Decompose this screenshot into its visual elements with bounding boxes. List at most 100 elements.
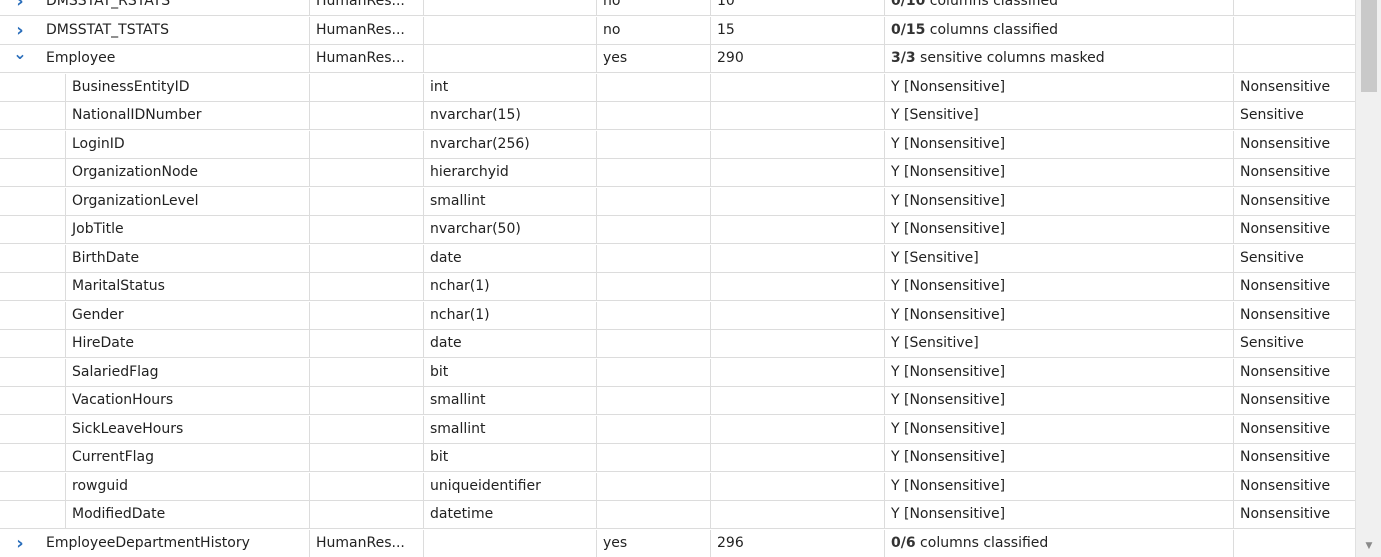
- data-type-cell: [424, 530, 597, 557]
- row-count-cell: 296: [711, 530, 885, 557]
- expander-cell: [0, 131, 66, 158]
- masked-flag-cell: [597, 245, 711, 272]
- data-type-cell: hierarchyid: [424, 159, 597, 186]
- column-row[interactable]: rowguid uniqueidentifier Y [Nonsensitive] N…: [0, 473, 1355, 501]
- column-name: SalariedFlag: [66, 359, 310, 386]
- status-count: 3/3: [891, 50, 916, 66]
- row-count-cell: [711, 159, 885, 186]
- row-count-cell: [711, 273, 885, 300]
- row-count-cell: [711, 245, 885, 272]
- sensitivity-cell: Nonsensitive: [1240, 506, 1331, 522]
- masked-flag-cell: [597, 359, 711, 386]
- column-name: VacationHours: [66, 387, 310, 414]
- column-row[interactable]: SalariedFlag bit Y [Nonsensitive] Nonsensit…: [0, 359, 1355, 387]
- chevron-right-icon[interactable]: ›: [12, 0, 28, 15]
- schema-cell: [310, 74, 424, 101]
- column-row[interactable]: JobTitle nvarchar(50) Y [Nonsensitive] Nons…: [0, 216, 1355, 244]
- column-name: BirthDate: [66, 245, 310, 272]
- chevron-down-icon[interactable]: ⌄: [12, 45, 28, 72]
- data-type-cell: bit: [424, 359, 597, 386]
- status-text: columns classified: [925, 22, 1059, 38]
- column-row[interactable]: BusinessEntityID int Y [Nonsensitive] Nonse…: [0, 74, 1355, 102]
- column-row[interactable]: Gender nchar(1) Y [Nonsensitive] Nonsensiti…: [0, 302, 1355, 330]
- schema-cell: [310, 473, 424, 500]
- status-text: Y [Sensitive]: [891, 335, 979, 351]
- masked-flag-cell: [597, 131, 711, 158]
- sensitivity-cell: Sensitive: [1240, 335, 1304, 351]
- masked-flag-cell: yes: [597, 530, 711, 557]
- schema-cell: [310, 131, 424, 158]
- sensitivity-cell: Sensitive: [1240, 250, 1304, 266]
- sensitivity-cell: [1234, 45, 1355, 72]
- sensitivity-cell: Sensitive: [1240, 107, 1304, 123]
- schema-cell: [310, 444, 424, 471]
- column-row[interactable]: VacationHours smallint Y [Nonsensitive] Non…: [0, 387, 1355, 415]
- expander-cell: [0, 416, 66, 443]
- row-count-cell: [711, 188, 885, 215]
- column-name: rowguid: [66, 473, 310, 500]
- classification-status: Y [Nonsensitive]: [885, 473, 1234, 500]
- classification-status: 0/10 columns classified: [885, 0, 1234, 15]
- classification-status: Y [Nonsensitive]: [885, 188, 1234, 215]
- data-type-cell: nvarchar(50): [424, 216, 597, 243]
- classification-status: Y [Nonsensitive]: [885, 416, 1234, 443]
- schema-cell: [310, 159, 424, 186]
- chevron-right-icon[interactable]: ›: [12, 530, 28, 557]
- column-row[interactable]: OrganizationNode hierarchyid Y [Nonsensiti…: [0, 159, 1355, 187]
- classification-status: Y [Nonsensitive]: [885, 444, 1234, 471]
- table-row[interactable]: › DMSSTAT_TSTATS HumanRes... no 15 0/15 colum…: [0, 17, 1355, 45]
- expander-cell: [0, 216, 66, 243]
- expander-cell: [0, 102, 66, 129]
- column-name: CurrentFlag: [66, 444, 310, 471]
- column-row[interactable]: MaritalStatus nchar(1) Y [Nonsensitive] Non…: [0, 273, 1355, 301]
- chevron-right-icon[interactable]: ›: [12, 17, 28, 44]
- classification-status: Y [Nonsensitive]: [885, 159, 1234, 186]
- sensitivity-cell: Nonsensitive: [1240, 136, 1331, 152]
- data-type-cell: datetime: [424, 501, 597, 528]
- status-count: 0/15: [891, 22, 926, 38]
- masked-flag-cell: [597, 216, 711, 243]
- table-row[interactable]: › EmployeeDepartmentHistory HumanRes... yes…: [0, 530, 1355, 557]
- table-name: EmployeeDepartmentHistory: [40, 530, 310, 557]
- table-row[interactable]: › DMSSTAT_RSTATS HumanRes... no 10 0/10 colum…: [0, 0, 1355, 16]
- masked-flag-cell: yes: [597, 45, 711, 72]
- column-name: OrganizationLevel: [66, 188, 310, 215]
- table-row[interactable]: ⌄ Employee HumanRes... yes 290 3/3 sensitive …: [0, 45, 1355, 73]
- data-type-cell: smallint: [424, 188, 597, 215]
- sensitivity-cell: Nonsensitive: [1240, 449, 1331, 465]
- status-text: columns classified: [915, 535, 1049, 551]
- indent-guide: [40, 416, 66, 443]
- column-row[interactable]: CurrentFlag bit Y [Nonsensitive] Nonsensiti…: [0, 444, 1355, 472]
- data-type-cell: bit: [424, 444, 597, 471]
- column-row[interactable]: LoginID nvarchar(256) Y [Nonsensitive] Nons…: [0, 131, 1355, 159]
- sensitivity-cell: Nonsensitive: [1240, 421, 1331, 437]
- status-text: Y [Nonsensitive]: [891, 506, 1006, 522]
- column-name: BusinessEntityID: [66, 74, 310, 101]
- column-row[interactable]: SickLeaveHours smallint Y [Nonsensitive] No…: [0, 416, 1355, 444]
- column-row[interactable]: HireDate date Y [Sensitive] Sensitive: [0, 330, 1355, 358]
- scroll-down-arrow-icon[interactable]: ▼: [1356, 537, 1381, 555]
- column-row[interactable]: BirthDate date Y [Sensitive] Sensitive: [0, 245, 1355, 273]
- scrollbar-thumb[interactable]: [1361, 0, 1377, 92]
- column-row[interactable]: OrganizationLevel smallint Y [Nonsensitive…: [0, 188, 1355, 216]
- row-count-cell: [711, 131, 885, 158]
- column-row[interactable]: ModifiedDate datetime Y [Nonsensitive] Nons…: [0, 501, 1355, 529]
- indent-guide: [40, 245, 66, 272]
- schema-cell: HumanRes...: [310, 530, 424, 557]
- column-name: JobTitle: [66, 216, 310, 243]
- schema-cell: HumanRes...: [310, 17, 424, 44]
- column-row[interactable]: NationalIDNumber nvarchar(15) Y [Sensitive…: [0, 102, 1355, 130]
- expander-cell: ›: [0, 530, 40, 557]
- schema-cell: [310, 302, 424, 329]
- status-count: 0/10: [891, 0, 926, 9]
- masked-flag-cell: no: [597, 17, 711, 44]
- classification-status: Y [Nonsensitive]: [885, 302, 1234, 329]
- sensitivity-cell: Nonsensitive: [1240, 478, 1331, 494]
- schema-cell: [310, 216, 424, 243]
- row-count-cell: [711, 387, 885, 414]
- classification-status: Y [Nonsensitive]: [885, 131, 1234, 158]
- column-name: NationalIDNumber: [66, 102, 310, 129]
- classification-status: 0/15 columns classified: [885, 17, 1234, 44]
- data-type-cell: int: [424, 74, 597, 101]
- vertical-scrollbar[interactable]: ▼: [1355, 0, 1381, 557]
